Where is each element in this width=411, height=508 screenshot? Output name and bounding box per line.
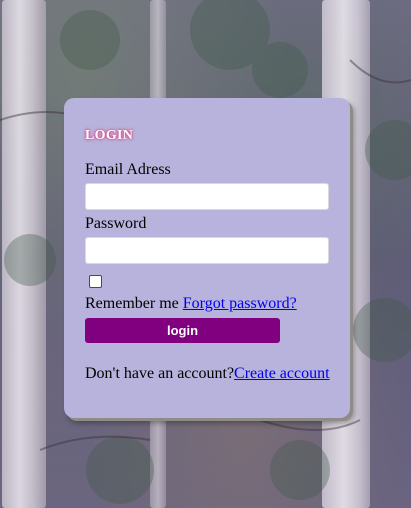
remember-me-checkbox[interactable]	[89, 275, 102, 288]
password-label: Password	[85, 215, 147, 232]
login-card: LOGIN Email Adress Password Remember me …	[64, 98, 350, 418]
remember-me-label: Remember me	[85, 295, 179, 312]
password-input[interactable]	[85, 237, 329, 264]
login-button[interactable]: login	[85, 318, 280, 343]
remember-row: Remember me Forgot password?	[85, 295, 297, 313]
email-label: Email Adress	[85, 161, 171, 178]
signup-prompt: Don't have an account?	[85, 365, 235, 382]
login-title: LOGIN	[85, 128, 134, 143]
forgot-password-link[interactable]: Forgot password?	[183, 295, 297, 312]
email-input[interactable]	[85, 183, 329, 210]
create-account-link[interactable]: Create account	[234, 365, 330, 382]
signup-row: Don't have an account?Create account	[85, 365, 330, 383]
